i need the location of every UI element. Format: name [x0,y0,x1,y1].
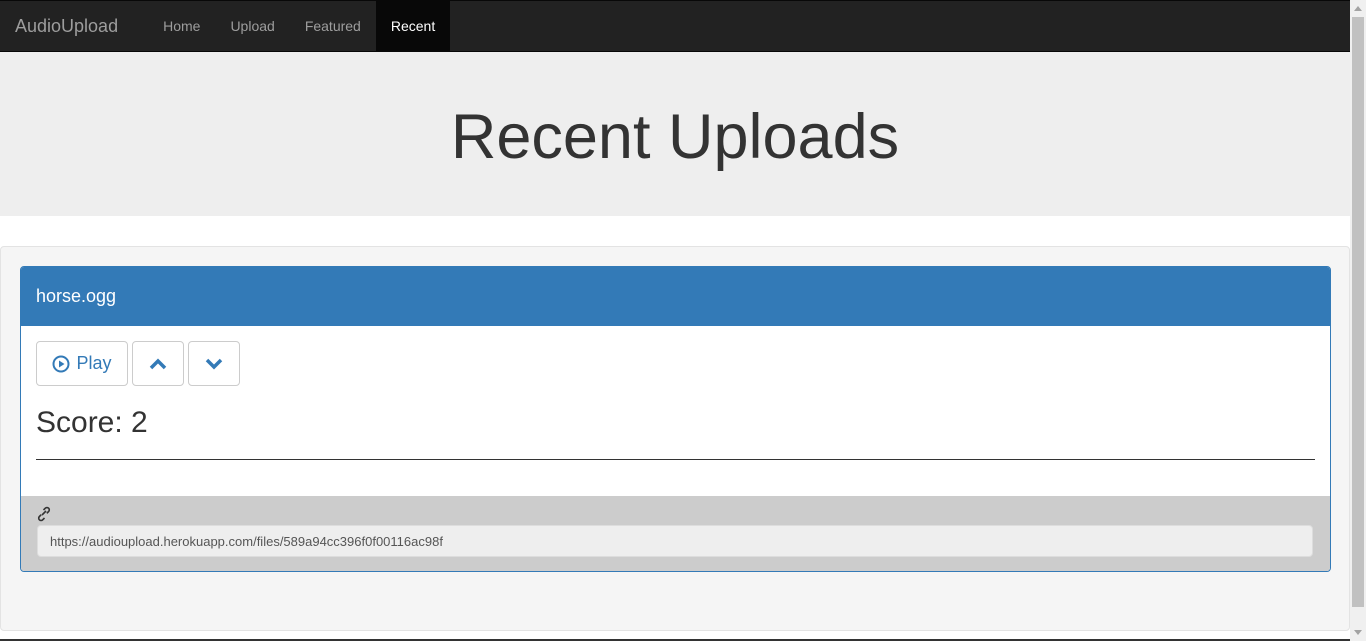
divider [36,459,1315,460]
page-title: Recent Uploads [450,102,900,172]
nav-item-home[interactable]: Home [148,1,215,51]
upload-panel-body: Play Score: 2 [21,326,1330,496]
downvote-button[interactable] [188,341,240,386]
uploads-well: horse.ogg Play Score: 2 https://audioupl… [0,246,1350,631]
brand-link[interactable]: AudioUpload [0,1,133,51]
score-display: Score: 2 [36,406,148,439]
play-button[interactable]: Play [36,341,128,386]
scroll-down-arrow[interactable] [1350,624,1366,641]
nav-item-featured[interactable]: Featured [290,1,376,51]
nav-item-upload[interactable]: Upload [215,1,289,51]
upload-actions: Play [36,341,240,386]
play-button-label: Play [76,353,112,373]
nav-list: Home Upload Featured Recent [148,1,451,51]
scroll-up-icon [1354,6,1362,11]
vertical-scrollbar[interactable] [1350,0,1366,641]
upload-filename: horse.ogg [21,267,1330,326]
scroll-up-arrow[interactable] [1350,0,1366,17]
scroll-down-icon [1354,630,1362,635]
chevron-up-icon [149,358,167,369]
upload-link-footer [21,496,1330,571]
jumbotron: Recent Uploads [0,52,1350,216]
file-url-field[interactable] [37,525,1313,557]
link-icon [37,506,51,522]
scrollbar-thumb[interactable] [1352,17,1364,607]
upload-panel: horse.ogg Play Score: 2 https://audioupl… [20,266,1331,572]
nav-item-recent[interactable]: Recent [375,1,451,51]
chevron-down-icon [205,358,223,369]
upvote-button[interactable] [132,341,184,386]
play-circle-icon [52,355,70,372]
navbar: AudioUpload Home Upload Featured Recent [0,0,1350,52]
